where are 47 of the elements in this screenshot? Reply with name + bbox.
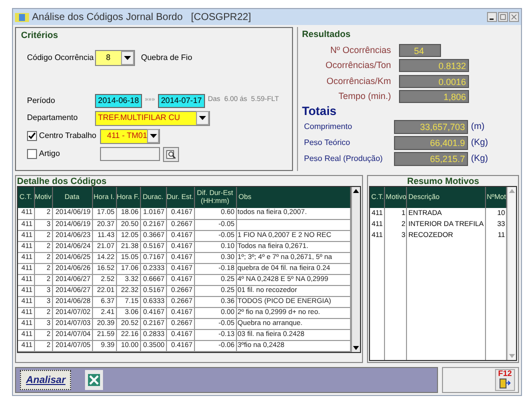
department-dropdown[interactable]: TREF.MULTIFILAR CU (95, 110, 210, 126)
exit-door-icon (499, 378, 511, 389)
date-field[interactable]: 2014-06-18 (95, 94, 142, 108)
unit-label: (Kg) (471, 152, 488, 165)
panel-title: Totais (302, 104, 338, 118)
spreadsheet-export-icon[interactable] (85, 370, 104, 390)
app-logo-icon (15, 12, 29, 22)
field-label: Código Ocorrência (27, 52, 92, 64)
total-label: Peso Real (Produção) (303, 152, 384, 164)
unit-label: (Kg) (471, 136, 488, 149)
total-value: 66,401.9 (394, 136, 468, 150)
close-icon[interactable] (509, 12, 519, 22)
field-label: Período (27, 94, 56, 106)
checkbox[interactable] (27, 149, 37, 159)
scroll-down-icon[interactable] (352, 344, 360, 352)
panel-title: Resumo Motivos (406, 176, 480, 186)
result-value: 1,806 (399, 90, 469, 104)
search-icon[interactable] (163, 146, 179, 162)
code-dropdown[interactable]: 8 (95, 50, 135, 66)
result-label: Nº Ocorrências (329, 44, 392, 56)
result-label: Ocorrências/Km (325, 74, 392, 88)
checkbox-label: Artigo (39, 148, 60, 160)
work-center-dropdown[interactable]: 411 - TM01 (100, 128, 160, 144)
result-label: Ocorrências/Ton (324, 59, 392, 72)
maximize-icon[interactable] (498, 12, 508, 22)
total-label: Peso Teórico (303, 136, 352, 148)
date-field[interactable]: 2014-07-17 (158, 94, 205, 108)
unit-label: (m) (471, 120, 484, 133)
analyze-button[interactable]: Analisar (20, 370, 72, 390)
field-label: Departamento (27, 112, 79, 124)
total-value: 33,657,703 (394, 120, 468, 134)
panel-title: Resultados (302, 28, 352, 41)
result-value: 0.0016 (399, 74, 469, 88)
total-label: Comprimento (303, 120, 354, 132)
code-description: Quebra de Fio (141, 52, 192, 64)
result-value: 0.8132 (399, 59, 469, 72)
total-value: 65,215.7 (394, 152, 468, 166)
result-value: 54 (399, 44, 441, 57)
result-label: Tempo (min.) (337, 90, 392, 103)
panel-title: Critérios (21, 29, 60, 42)
window-title: Análise dos Códigos Jornal Bordo [COSGPR22] (32, 10, 251, 24)
checkbox-label: Centro Trabalho (39, 130, 96, 142)
checkbox[interactable] (27, 131, 37, 141)
exit-button[interactable]: F12 (495, 369, 515, 391)
minimize-icon[interactable] (487, 12, 497, 22)
scrollbar[interactable] (351, 187, 360, 352)
article-field[interactable] (100, 147, 160, 161)
